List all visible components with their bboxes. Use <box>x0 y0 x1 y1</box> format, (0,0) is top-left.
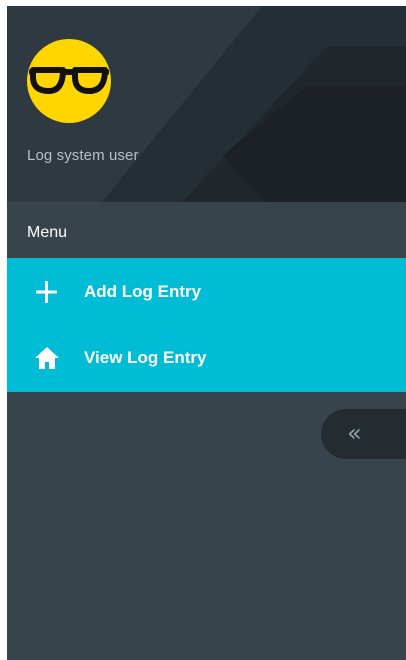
menu-heading: Menu <box>7 202 406 258</box>
avatar <box>27 39 111 123</box>
user-name: Log system user <box>27 147 139 164</box>
menu-item-view-log-entry[interactable]: View Log Entry <box>7 324 406 390</box>
menu-item-add-log-entry[interactable]: Add Log Entry <box>7 258 406 324</box>
home-icon <box>35 347 59 369</box>
collapse-sidebar-button[interactable]: « <box>321 409 406 459</box>
menu-heading-label: Menu <box>27 224 68 241</box>
double-chevron-left-icon: « <box>347 419 362 447</box>
plus-icon <box>36 281 57 303</box>
menu-item-label: View Log Entry <box>84 348 207 367</box>
menu-list: Add Log Entry View Log Entry <box>7 258 406 392</box>
sunglasses-face-icon <box>27 39 111 123</box>
menu-item-label: Add Log Entry <box>84 282 202 301</box>
sidebar-header: Log system user <box>7 6 406 202</box>
sidebar: Log system user Menu Add Log Entry View … <box>7 6 406 660</box>
